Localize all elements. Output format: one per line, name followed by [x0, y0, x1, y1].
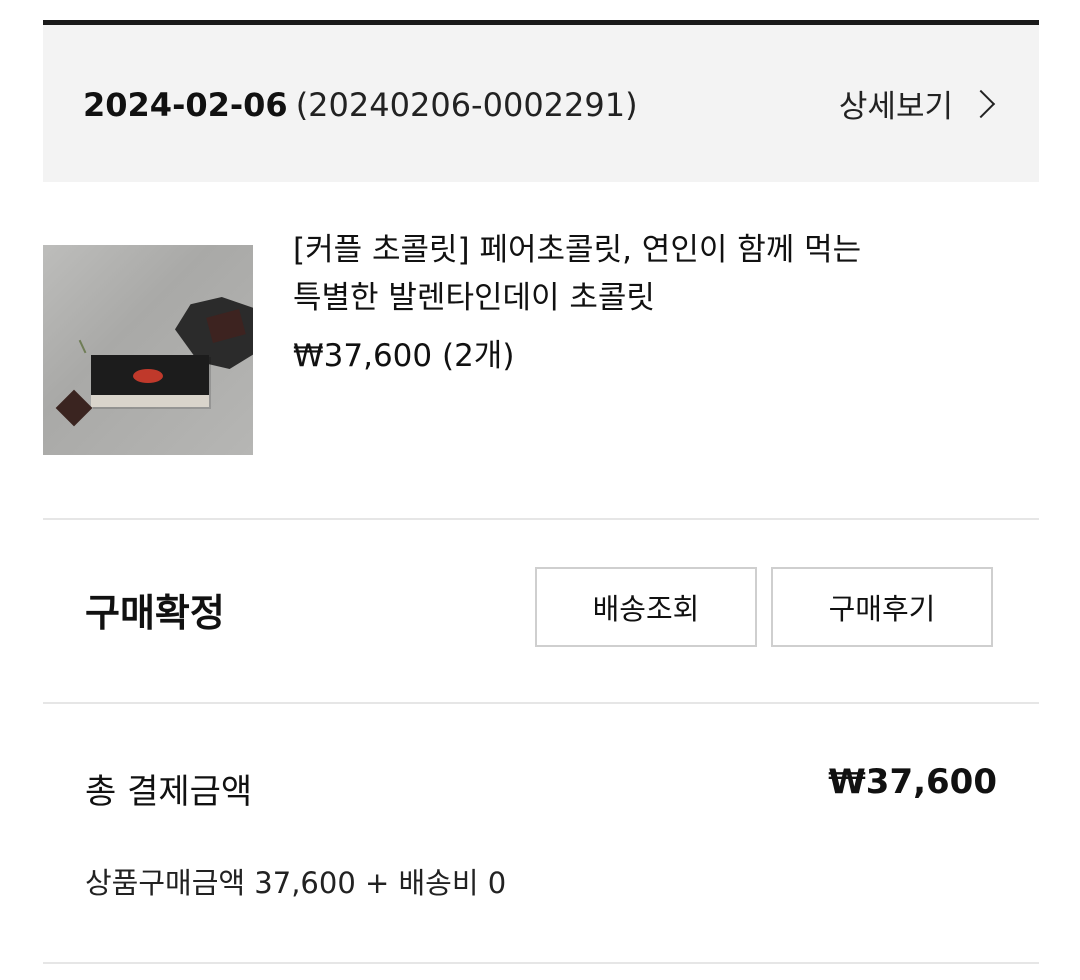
order-status-row: 구매확정 배송조회 구매후기	[43, 520, 1039, 704]
product-item: [커플 초콜릿] 페어초콜릿, 연인이 함께 먹는 특별한 발렌타인데이 초콜릿…	[43, 182, 1039, 520]
thumbnail-lips-logo	[133, 369, 163, 383]
thumbnail-box-base	[91, 395, 209, 407]
total-payment-amount: ₩37,600	[828, 762, 997, 802]
product-price: ₩37,600 (2개)	[293, 338, 515, 374]
product-info: [커플 초콜릿] 페어초콜릿, 연인이 함께 먹는 특별한 발렌타인데이 초콜릿…	[293, 226, 973, 380]
product-name[interactable]: [커플 초콜릿] 페어초콜릿, 연인이 함께 먹는 특별한 발렌타인데이 초콜릿	[293, 226, 973, 322]
order-number: (20240206-0002291)	[295, 86, 638, 124]
order-detail-link[interactable]: 상세보기	[839, 81, 997, 126]
product-thumbnail[interactable]	[43, 245, 253, 455]
product-name-line1: [커플 초콜릿] 페어초콜릿, 연인이 함께 먹는	[293, 232, 862, 268]
order-card: 2024-02-06 (20240206-0002291) 상세보기 [커플 초콜…	[43, 20, 1039, 964]
chevron-right-icon	[966, 89, 996, 118]
thumbnail-chocolate-piece	[55, 389, 93, 427]
total-payment-label: 총 결제금액	[85, 772, 253, 812]
order-header: 2024-02-06 (20240206-0002291) 상세보기	[43, 25, 1039, 182]
order-meta: 2024-02-06 (20240206-0002291)	[83, 83, 638, 127]
order-date: 2024-02-06	[83, 86, 288, 124]
detail-link-label: 상세보기	[838, 89, 953, 125]
write-review-button[interactable]: 구매후기	[771, 567, 993, 647]
thumbnail-herb-sprig	[78, 334, 98, 354]
payment-summary: 총 결제금액 ₩37,600 상품구매금액 37,600 + 배송비 0	[43, 704, 1039, 964]
track-delivery-button[interactable]: 배송조회	[535, 567, 757, 647]
product-name-line2: 특별한 발렌타인데이 초콜릿	[293, 280, 655, 316]
payment-breakdown: 상품구매금액 37,600 + 배송비 0	[85, 866, 507, 900]
order-status-label: 구매확정	[85, 591, 225, 635]
